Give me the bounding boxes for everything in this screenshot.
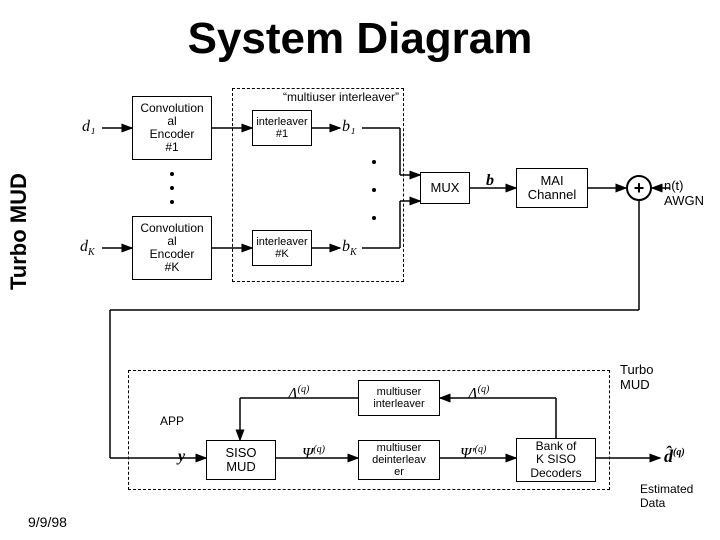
label-bK: bK xyxy=(342,238,357,258)
block-conv-encoder-1: Convolution al Encoder #1 xyxy=(132,96,212,160)
label-y: y xyxy=(178,448,185,466)
slide-date: 9/9/98 xyxy=(28,514,67,530)
label-turbo-mud: Turbo MUD xyxy=(620,362,653,392)
ellipsis-dot xyxy=(170,172,174,176)
ellipsis-dot xyxy=(372,216,376,220)
label-b1: b₁ xyxy=(342,118,356,136)
label-b-vector: b xyxy=(486,172,494,190)
side-label-turbo-mud: Turbo MUD xyxy=(6,173,32,290)
label-app: APP xyxy=(160,414,184,428)
block-interleaver-1: interleaver #1 xyxy=(252,110,312,146)
input-dK: dK xyxy=(80,238,95,258)
ellipsis-dot xyxy=(170,186,174,190)
block-mai-channel: MAI Channel xyxy=(516,168,588,208)
summer-plus: + xyxy=(626,175,652,201)
label-psi-q: Ψ(q) xyxy=(302,444,325,463)
label-psi-q-prime: Ψ'(q) xyxy=(460,444,486,463)
ellipsis-dot xyxy=(170,200,174,204)
label-multiuser-interleaver-group: “multiuser interleaver” xyxy=(283,90,399,104)
ellipsis-dot xyxy=(372,188,376,192)
page-title: System Diagram xyxy=(0,14,720,64)
ellipsis-dot xyxy=(372,160,376,164)
input-d1: d₁ xyxy=(82,118,96,136)
label-estimated-data: Estimated Data xyxy=(640,482,693,510)
block-conv-encoder-k: Convolution al Encoder #K xyxy=(132,216,212,280)
label-lambda-q-large: Λ(q) xyxy=(468,384,489,403)
block-multiuser-interleaver: multiuser interleaver xyxy=(358,380,440,416)
block-bank-decoders: Bank of K SISO Decoders xyxy=(516,438,596,482)
block-siso-mud: SISO MUD xyxy=(206,440,276,480)
block-mux: MUX xyxy=(420,172,470,204)
label-lambda-q-small: Λ(q) xyxy=(288,384,309,403)
label-noise-awgn: n(t) AWGN xyxy=(664,178,704,208)
block-interleaver-k: interleaver #K xyxy=(252,230,312,266)
block-multiuser-deinterleaver: multiuser deinterleav er xyxy=(358,440,440,480)
label-d-hat: d̂(q) xyxy=(664,446,685,467)
